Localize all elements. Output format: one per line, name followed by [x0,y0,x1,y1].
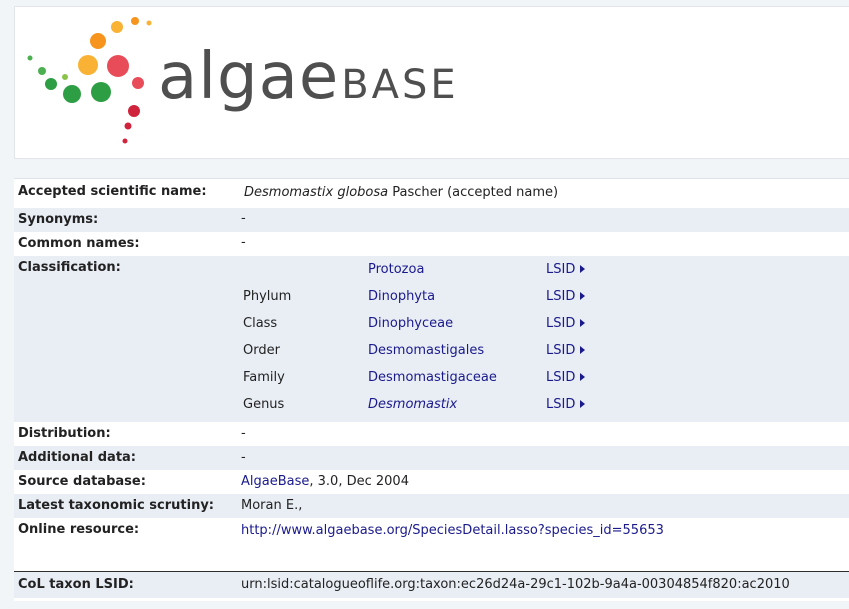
arrow-right-icon [580,346,586,354]
classification-row: Protozoa LSID [14,262,849,282]
distribution-value: - [241,426,246,441]
algaebase-logo: algaeBASE [14,6,849,159]
classification-rank: Genus [243,397,285,412]
col-taxon-lsid-value: urn:lsid:catalogueoflife.org:taxon:ec26d… [241,577,790,592]
classification-row: Order Desmomastigales LSID [14,343,849,363]
row-additional-data: Additional data: - [14,446,849,470]
additional-data-value: - [241,450,246,465]
online-resource-label: Online resource: [18,522,140,537]
row-taxonomic-scrutiny: Latest taxonomic scrutiny: Moran E., [14,494,849,518]
online-resource-link[interactable]: http://www.algaebase.org/SpeciesDetail.l… [241,523,664,538]
row-common-names: Common names: - [14,232,849,256]
classification-rank: Phylum [243,289,292,304]
row-source-database: Source database: AlgaeBase, 3.0, Dec 200… [14,470,849,494]
classification-row: Phylum Dinophyta LSID [14,289,849,309]
classification-row: Genus Desmomastix LSID [14,397,849,417]
row-synonyms: Synonyms: - [14,208,849,232]
classification-name-link[interactable]: Desmomastigaceae [368,370,497,385]
distribution-label: Distribution: [18,426,111,441]
classification-row: Family Desmomastigaceae LSID [14,370,849,390]
lsid-link[interactable]: LSID [546,316,586,331]
arrow-right-icon [580,292,586,300]
synonyms-label: Synonyms: [18,212,99,227]
logo-dots-icon [27,17,152,144]
common-names-value: - [241,235,246,250]
taxonomic-scrutiny-label: Latest taxonomic scrutiny: [18,498,214,513]
arrow-right-icon [580,319,586,327]
classification-row: Class Dinophyceae LSID [14,316,849,336]
col-taxon-lsid-label: CoL taxon LSID: [18,577,134,592]
additional-data-label: Additional data: [18,450,137,465]
classification-rank: Order [243,343,280,358]
synonyms-value: - [241,211,246,226]
arrow-right-icon [580,373,586,381]
accepted-name-value: Desmomastix globosa Pascher (accepted na… [244,185,559,200]
source-database-link[interactable]: AlgaeBase [241,474,309,489]
lsid-link[interactable]: LSID [546,289,586,304]
classification-rank: Family [243,370,285,385]
lsid-link[interactable]: LSID [546,397,586,412]
accepted-name-label: Accepted scientific name: [18,184,207,199]
lsid-link[interactable]: LSID [546,370,586,385]
lsid-link[interactable]: LSID [546,343,586,358]
classification-name-link[interactable]: Dinophyceae [368,316,453,331]
row-accepted-name: Accepted scientific name: Desmomastix gl… [14,180,849,208]
source-database-value: AlgaeBase, 3.0, Dec 2004 [241,474,409,489]
classification-name-link[interactable]: Dinophyta [368,289,435,304]
common-names-label: Common names: [18,236,140,251]
arrow-right-icon [580,265,586,273]
arrow-right-icon [580,400,586,408]
classification-name-link[interactable]: Protozoa [368,262,424,277]
row-col-taxon-lsid: CoL taxon LSID: urn:lsid:catalogueoflife… [14,572,849,598]
row-online-resource: Online resource: http://www.algaebase.or… [14,518,849,570]
logo-wordmark: algaeBASE [158,40,459,114]
row-distribution: Distribution: - [14,422,849,446]
lsid-link[interactable]: LSID [546,262,586,277]
source-database-label: Source database: [18,474,146,489]
classification-name-link[interactable]: Desmomastigales [368,343,484,358]
classification-rank: Class [243,316,278,331]
classification-name-link[interactable]: Desmomastix [368,397,457,412]
row-classification: Classification: Protozoa LSID Phylum Din… [14,256,849,422]
taxonomic-scrutiny-value: Moran E., [241,498,303,513]
